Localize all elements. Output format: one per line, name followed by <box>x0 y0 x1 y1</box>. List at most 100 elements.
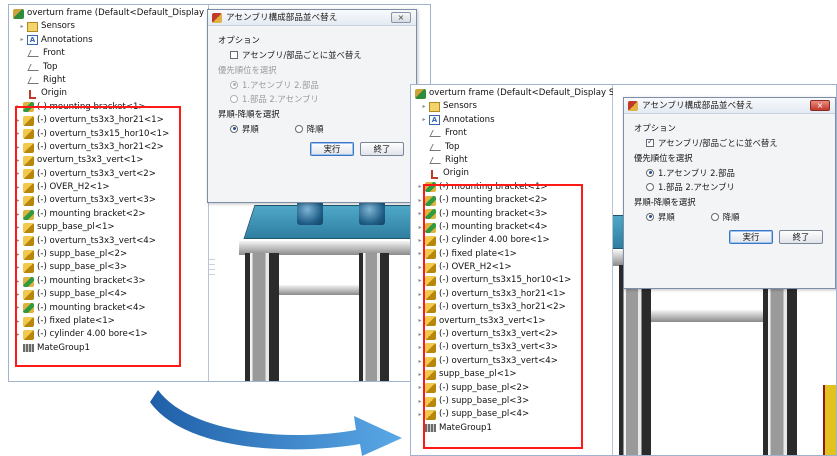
tree-item[interactable]: ▸ (-) supp_base_pl<2> <box>9 248 208 261</box>
expand-icon[interactable]: ▸ <box>15 131 21 137</box>
ascending-radio[interactable] <box>646 212 654 221</box>
tree-item[interactable]: ▸ Sensors <box>411 100 612 113</box>
descending-radio[interactable] <box>710 212 719 221</box>
expand-icon[interactable]: ▸ <box>417 345 423 351</box>
expand-icon[interactable]: ▸ <box>417 398 423 405</box>
tree-item[interactable]: ▸ (-) cylinder 4.00 bore<1> <box>411 234 612 247</box>
tree-item[interactable]: MateGroup1 <box>411 422 612 435</box>
expand-icon[interactable]: ▸ <box>15 224 21 231</box>
tree-item[interactable]: ▸ (-) overturn_ts3x3_vert<4> <box>9 235 208 248</box>
expand-icon[interactable]: ▸ <box>417 304 423 311</box>
tree-item[interactable]: ▸ (-) supp_base_pl<2> <box>411 382 612 395</box>
expand-icon[interactable]: ▸ <box>15 305 21 311</box>
expand-icon[interactable]: ▸ <box>19 37 25 43</box>
tree-item[interactable]: Top <box>411 141 612 154</box>
tree-item[interactable]: ▸ supp_base_pl<1> <box>9 221 208 234</box>
expand-icon[interactable]: ▸ <box>417 237 423 244</box>
close-icon[interactable]: × <box>810 100 830 111</box>
expand-icon[interactable]: ▸ <box>417 412 423 418</box>
tree-item[interactable]: ▸ (-) mounting bracket<1> <box>9 101 208 114</box>
expand-icon[interactable]: ▸ <box>15 291 21 298</box>
dialog-title-bar[interactable]: アセンブリ構成部品並べ替え × <box>208 10 416 26</box>
expand-icon[interactable]: ▸ <box>19 24 25 30</box>
close-button[interactable]: 終了 <box>360 142 404 156</box>
expand-icon[interactable]: ▸ <box>15 198 21 204</box>
tree-item[interactable]: ▸ (-) overturn_ts3x3_hor21<2> <box>411 301 612 314</box>
expand-icon[interactable]: ▸ <box>15 211 21 218</box>
expand-icon[interactable]: ▸ <box>417 358 423 365</box>
tree-item[interactable]: ▸ (-) OVER_H2<1> <box>9 181 208 194</box>
tree-item[interactable]: MateGroup1 <box>9 342 208 355</box>
dialog-title-bar[interactable]: アセンブリ構成部品並べ替え × <box>624 98 835 114</box>
tree-item[interactable]: ▸ (-) supp_base_pl<3> <box>9 261 208 274</box>
sort-by-type-checkbox[interactable] <box>646 137 654 147</box>
tree-item[interactable]: ▸ A Annotations <box>9 34 208 47</box>
run-button[interactable]: 実行 <box>310 142 354 156</box>
expand-icon[interactable] <box>417 425 423 431</box>
assembly-first-radio[interactable] <box>646 168 654 177</box>
expand-icon[interactable]: ▸ <box>421 117 427 123</box>
tree-item[interactable]: overturn frame (Default<Default_Display … <box>411 87 614 100</box>
tree-item[interactable]: ▸ (-) overturn_ts3x3_vert<3> <box>411 341 612 354</box>
expand-icon[interactable]: ▸ <box>417 264 423 271</box>
expand-icon[interactable] <box>19 64 25 70</box>
expand-icon[interactable] <box>421 158 427 164</box>
expand-icon[interactable]: ▸ <box>417 318 423 324</box>
expand-icon[interactable] <box>19 91 25 97</box>
expand-icon[interactable] <box>421 144 427 150</box>
close-button[interactable]: 終了 <box>779 230 823 244</box>
tree-item[interactable]: Origin <box>411 167 612 180</box>
part-first-radio[interactable] <box>646 182 654 191</box>
tree-item[interactable]: ▸ (-) fixed plate<1> <box>9 315 208 328</box>
tree-item[interactable]: ▸ (-) overturn_ts3x3_vert<2> <box>9 168 208 181</box>
expand-icon[interactable]: ▸ <box>15 238 21 244</box>
expand-icon[interactable]: ▸ <box>15 332 21 338</box>
tree-item[interactable]: ▸ overturn_ts3x3_vert<1> <box>411 315 612 328</box>
part-first-radio[interactable] <box>230 94 238 103</box>
tree-item[interactable]: ▸ (-) OVER_H2<1> <box>411 261 612 274</box>
tree-item[interactable]: ▸ (-) mounting bracket<1> <box>411 181 612 194</box>
run-button[interactable]: 実行 <box>729 230 773 244</box>
expand-icon[interactable]: ▸ <box>15 251 21 258</box>
expand-icon[interactable]: ▸ <box>417 184 423 190</box>
expand-icon[interactable]: ▸ <box>15 171 21 177</box>
expand-icon[interactable]: ▸ <box>15 318 21 325</box>
tree-item[interactable]: ▸ (-) overturn_ts3x3_vert<3> <box>9 194 208 207</box>
tree-item[interactable]: ▸ (-) overturn_ts3x3_hor21<2> <box>9 141 208 154</box>
expand-icon[interactable]: ▸ <box>417 251 423 257</box>
expand-icon[interactable]: ▸ <box>15 184 21 191</box>
expand-icon[interactable] <box>19 78 25 84</box>
tree-item[interactable]: ▸ (-) mounting bracket<4> <box>9 302 208 315</box>
tree-item[interactable]: ▸ (-) supp_base_pl<4> <box>411 408 612 421</box>
tree-item[interactable]: ▸ Sensors <box>9 20 208 33</box>
tree-item[interactable]: ▸ (-) mounting bracket<2> <box>411 194 612 207</box>
expand-icon[interactable]: ▸ <box>417 385 423 391</box>
expand-icon[interactable]: ▸ <box>417 278 423 284</box>
expand-icon[interactable]: ▸ <box>417 331 423 338</box>
tree-item[interactable]: ▸ (-) mounting bracket<3> <box>411 208 612 221</box>
close-icon[interactable]: × <box>391 12 411 23</box>
tree-item[interactable]: ▸ supp_base_pl<1> <box>411 368 612 381</box>
tree-item[interactable]: ▸ (-) overturn_ts3x3_vert<4> <box>411 355 612 368</box>
expand-icon[interactable]: ▸ <box>417 197 423 204</box>
tree-item[interactable]: ▸ (-) mounting bracket<4> <box>411 221 612 234</box>
tree-item[interactable]: Front <box>411 127 612 140</box>
tree-item[interactable]: ▸ A Annotations <box>411 114 612 127</box>
tree-item[interactable]: ▸ (-) overturn_ts3x3_hor21<1> <box>411 288 612 301</box>
expand-icon[interactable]: ▸ <box>15 144 21 151</box>
ascending-radio[interactable] <box>230 124 238 133</box>
expand-icon[interactable]: ▸ <box>15 117 21 124</box>
tree-item[interactable]: ▸ (-) overturn_ts3x3_hor21<1> <box>9 114 208 127</box>
tree-item[interactable]: ▸ (-) supp_base_pl<3> <box>411 395 612 408</box>
expand-icon[interactable]: ▸ <box>15 157 21 164</box>
tree-item[interactable]: Front <box>9 47 208 60</box>
expand-icon[interactable]: ▸ <box>15 278 21 285</box>
expand-icon[interactable]: ▸ <box>417 211 423 217</box>
tree-item[interactable]: ▸ (-) fixed plate<1> <box>411 248 612 261</box>
expand-icon[interactable]: ▸ <box>15 104 21 110</box>
descending-radio[interactable] <box>294 124 303 133</box>
expand-icon[interactable] <box>421 131 427 137</box>
tree-item[interactable]: ▸ (-) cylinder 4.00 bore<1> <box>9 328 208 341</box>
expand-icon[interactable] <box>421 171 427 177</box>
tree-item[interactable]: ▸ overturn_ts3x3_vert<1> <box>9 154 208 167</box>
